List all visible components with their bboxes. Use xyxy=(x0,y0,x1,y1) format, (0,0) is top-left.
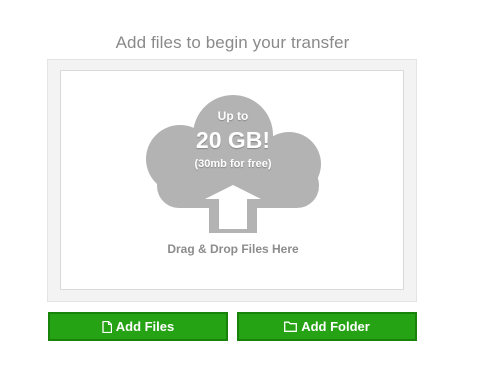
upload-widget: Add files to begin your transfer Up to 2… xyxy=(0,0,483,383)
dropzone[interactable]: Up to 20 GB! (30mb for free) Drag & Drop… xyxy=(60,70,404,290)
upload-limit-prefix: Up to xyxy=(217,109,249,123)
cloud-icon xyxy=(146,95,321,233)
upload-limit-size: 20 GB! xyxy=(195,127,271,153)
free-limit-note: (30mb for free) xyxy=(194,158,272,170)
file-icon xyxy=(102,320,112,333)
add-folder-button[interactable]: Add Folder xyxy=(237,312,417,341)
add-files-label: Add Files xyxy=(115,319,175,334)
add-files-button[interactable]: Add Files xyxy=(48,312,228,341)
page-title: Add files to begin your transfer xyxy=(115,33,350,52)
drag-drop-hint: Drag & Drop Files Here xyxy=(167,242,299,256)
folder-icon xyxy=(284,321,298,332)
add-folder-label: Add Folder xyxy=(301,319,370,334)
dropzone-frame: Up to 20 GB! (30mb for free) Drag & Drop… xyxy=(47,59,417,302)
